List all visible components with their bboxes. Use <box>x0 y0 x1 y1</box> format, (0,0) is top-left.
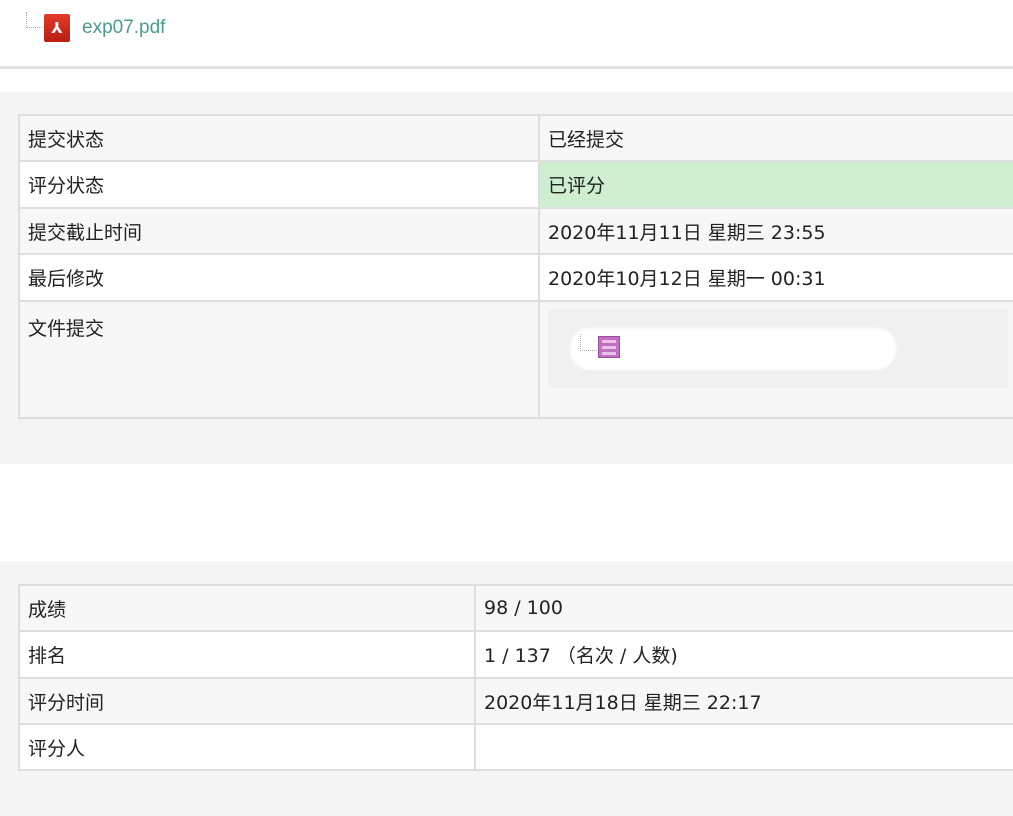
submission-status-panel: 提交状态 已经提交 评分状态 已评分 提交截止时间 2020年11月11日 星期… <box>0 92 1013 464</box>
rank-value: 1 / 137 （名次 / 人数) <box>474 630 1013 679</box>
table-row: 成绩 98 / 100 <box>18 584 1013 632</box>
tree-connector <box>580 334 597 351</box>
row-value: 已经提交 <box>538 114 1013 162</box>
table-row: 评分人 <box>18 723 1013 771</box>
pdf-icon: ⅄ <box>44 14 70 42</box>
grading-status-value: 已评分 <box>538 160 1013 209</box>
row-label: 排名 <box>18 630 476 679</box>
attached-file: ⅄ exp07.pdf <box>26 10 165 46</box>
table-row: 最后修改 2020年10月12日 星期一 00:31 <box>18 253 1013 302</box>
divider <box>0 66 1013 69</box>
submitted-file-box <box>548 310 1008 388</box>
row-label: 最后修改 <box>18 253 540 302</box>
row-value: 2020年10月12日 星期一 00:31 <box>538 253 1013 302</box>
feedback-panel: 成绩 98 / 100 排名 1 / 137 （名次 / 人数) 评分时间 20… <box>0 561 1013 816</box>
table-row: 提交状态 已经提交 <box>18 114 1013 162</box>
grade-value: 98 / 100 <box>474 584 1013 632</box>
file-submission-cell <box>538 300 1013 419</box>
grader-value <box>474 723 1013 771</box>
table-row: 文件提交 <box>18 300 1013 419</box>
file-link[interactable]: exp07.pdf <box>82 17 165 39</box>
table-row: 提交截止时间 2020年11月11日 星期三 23:55 <box>18 207 1013 255</box>
submission-status-table: 提交状态 已经提交 评分状态 已评分 提交截止时间 2020年11月11日 星期… <box>18 114 1013 419</box>
graded-time-value: 2020年11月18日 星期三 22:17 <box>474 677 1013 725</box>
row-label: 评分时间 <box>18 677 476 725</box>
assignment-page: ⅄ exp07.pdf 提交状态 已经提交 评分状态 已评分 提交截止时间 20… <box>0 0 1013 816</box>
row-label: 成绩 <box>18 584 476 632</box>
row-label: 提交状态 <box>18 114 540 162</box>
table-row: 排名 1 / 137 （名次 / 人数) <box>18 630 1013 679</box>
row-label: 评分状态 <box>18 160 540 209</box>
table-row: 评分状态 已评分 <box>18 160 1013 209</box>
archive-icon[interactable] <box>598 336 620 358</box>
row-label: 文件提交 <box>18 300 540 419</box>
feedback-table: 成绩 98 / 100 排名 1 / 137 （名次 / 人数) 评分时间 20… <box>18 584 1013 771</box>
table-row: 评分时间 2020年11月18日 星期三 22:17 <box>18 677 1013 725</box>
tree-connector <box>26 12 42 28</box>
row-label: 评分人 <box>18 723 476 771</box>
row-label: 提交截止时间 <box>18 207 540 255</box>
row-value: 2020年11月11日 星期三 23:55 <box>538 207 1013 255</box>
